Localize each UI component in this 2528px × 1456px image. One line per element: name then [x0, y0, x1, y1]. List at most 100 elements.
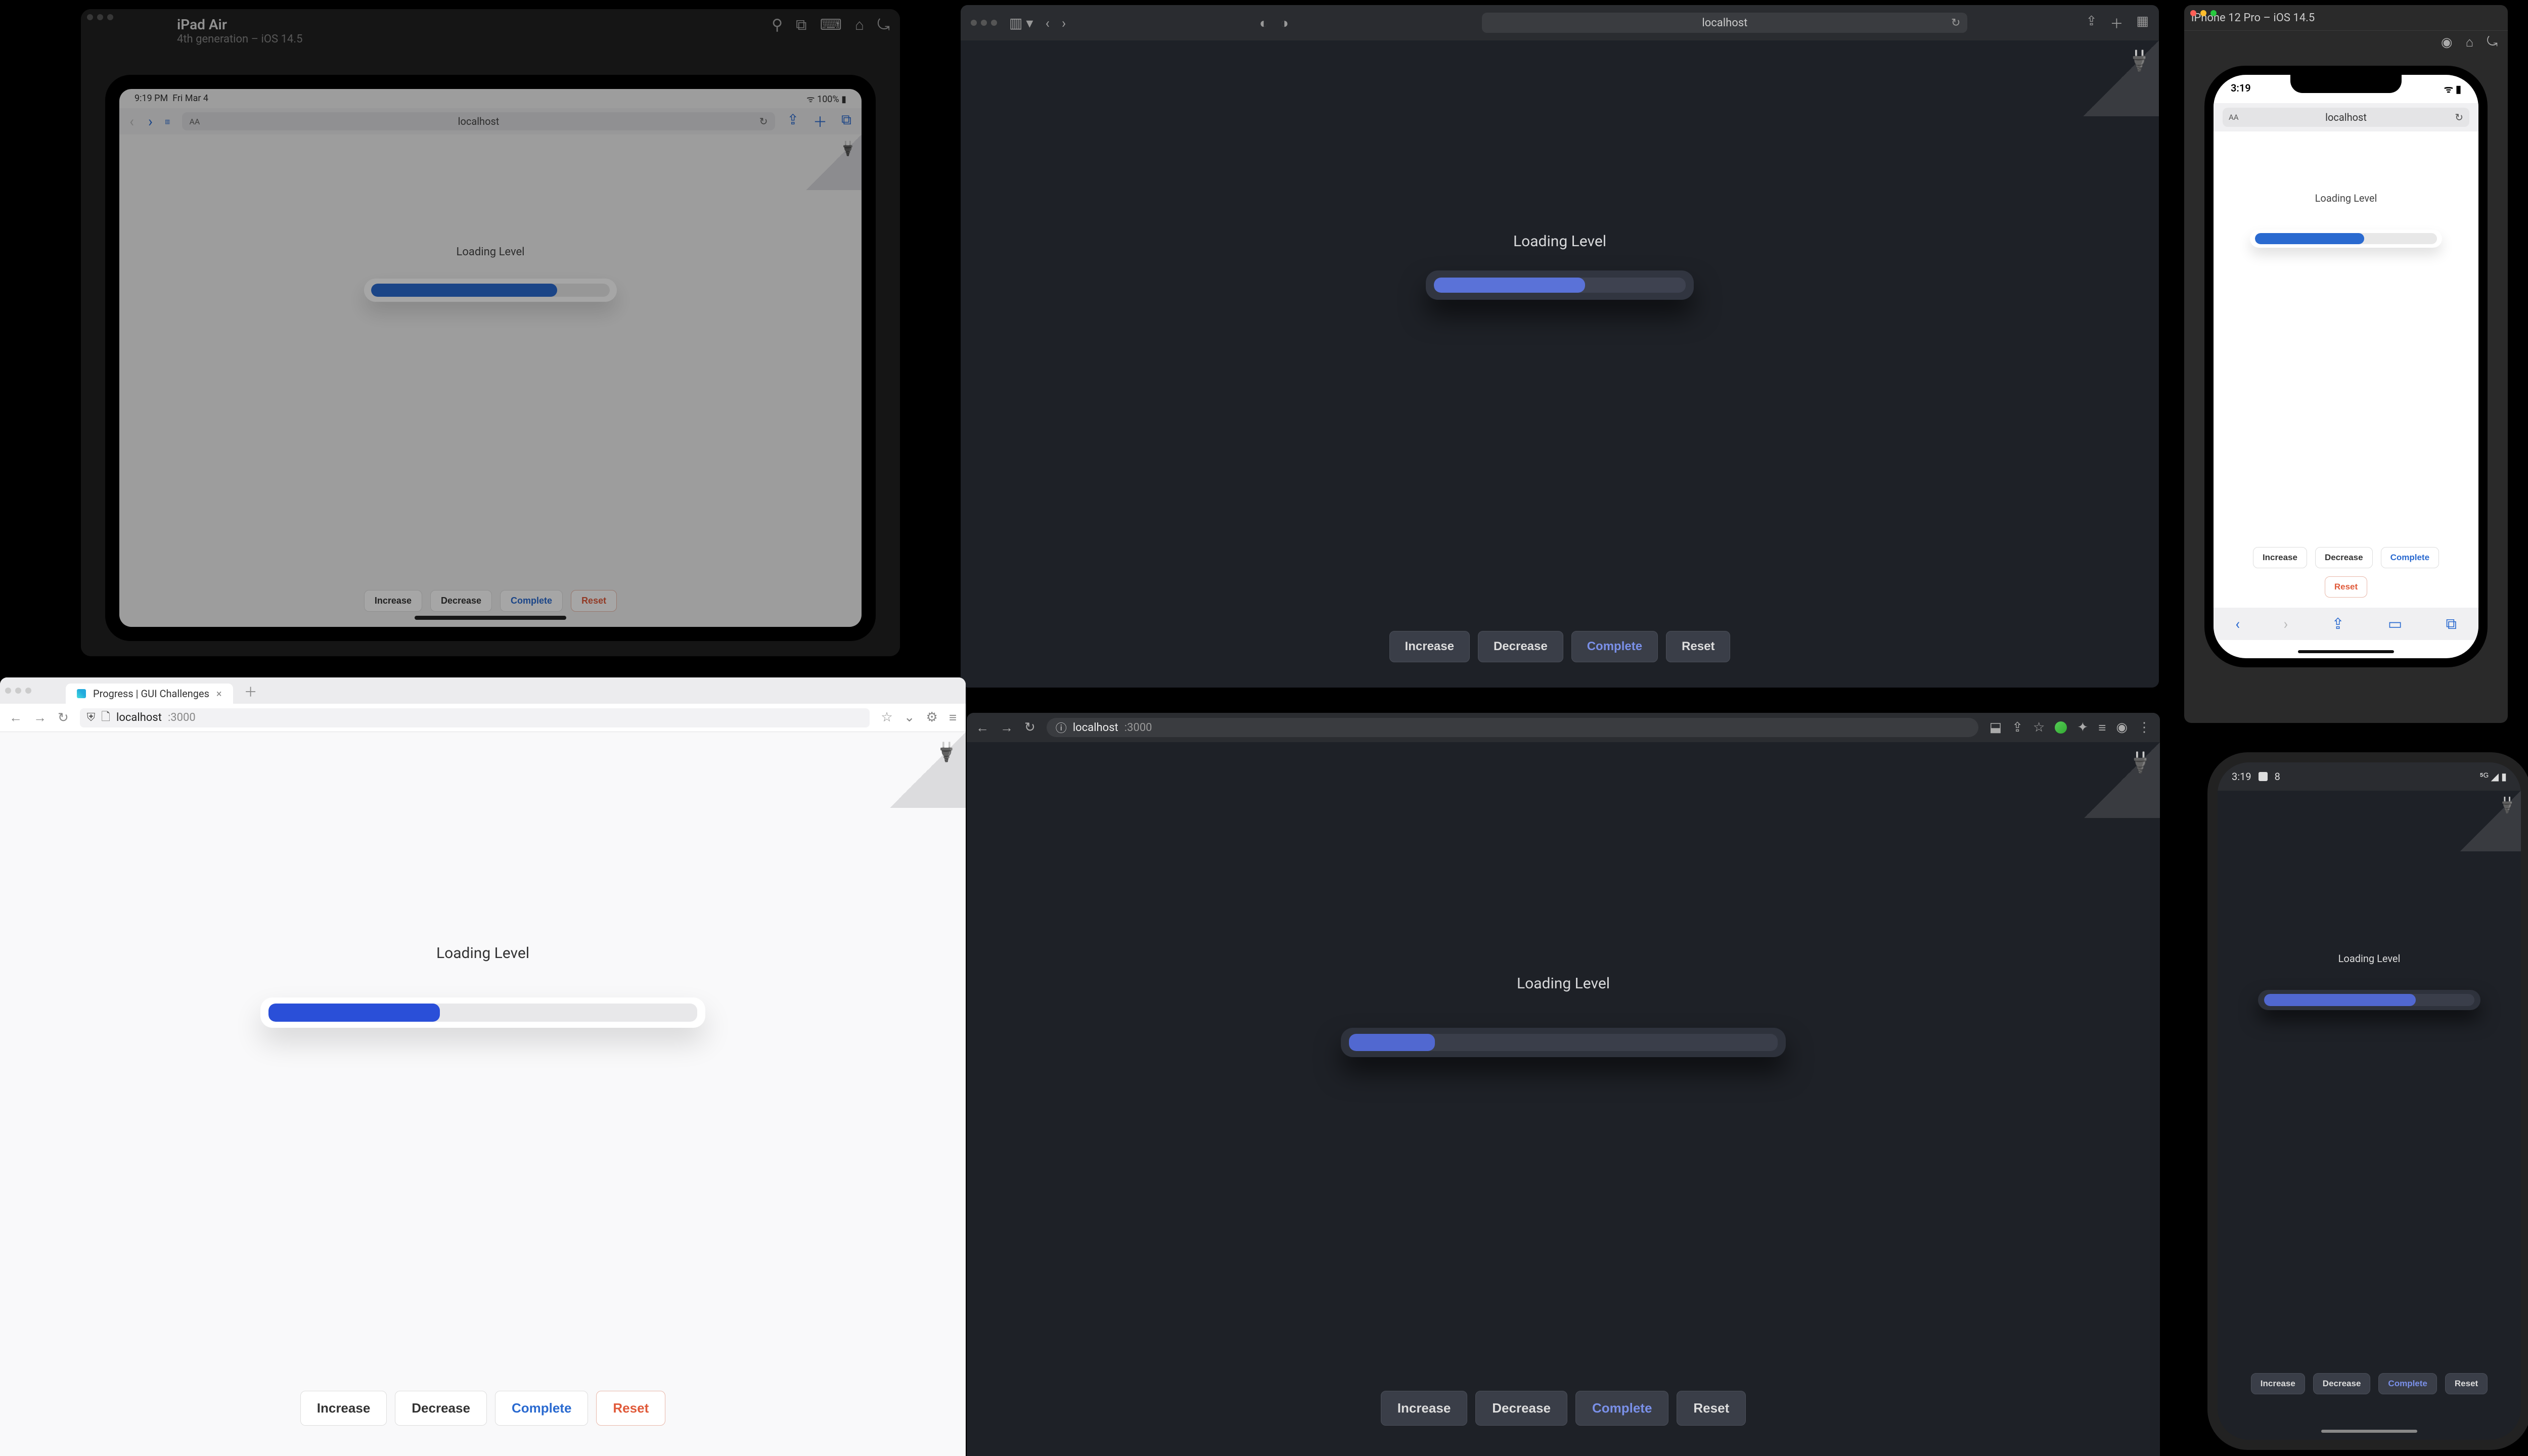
traffic-lights[interactable]	[5, 688, 31, 694]
reload-icon[interactable]: ↻	[1951, 17, 1960, 29]
home-indicator[interactable]	[415, 616, 566, 620]
nav-back-icon[interactable]: ←	[9, 710, 22, 725]
complete-button[interactable]: Complete	[495, 1391, 588, 1426]
nav-forward-icon[interactable]: ›	[1062, 15, 1066, 31]
decrease-button[interactable]: Decrease	[1475, 1391, 1567, 1426]
tabs-icon[interactable]: ⧉	[2446, 615, 2456, 633]
minimize-icon[interactable]	[981, 20, 987, 26]
reload-icon[interactable]: ↻	[1024, 720, 1035, 735]
increase-button[interactable]: Increase	[2251, 1373, 2305, 1394]
extension-icon[interactable]	[2055, 721, 2067, 734]
nav-forward-icon[interactable]: ›	[2283, 615, 2288, 633]
nav-forward-icon[interactable]: →	[33, 710, 47, 725]
bookmarks-icon[interactable]: ▭	[2388, 615, 2402, 633]
increase-button[interactable]: Increase	[1389, 631, 1470, 662]
decrease-button[interactable]: Decrease	[1478, 631, 1563, 662]
nav-back-icon[interactable]: ‹	[129, 113, 134, 130]
home-icon[interactable]: ⌂	[855, 16, 864, 34]
bookmark-star-icon[interactable]: ☆	[2033, 720, 2045, 735]
minimize-icon[interactable]	[15, 688, 21, 694]
new-tab-icon[interactable]: ＋	[2110, 14, 2123, 32]
extensions-icon[interactable]: ⚙	[926, 710, 938, 725]
address-bar[interactable]: AA localhost ↻	[182, 112, 775, 130]
nav-back-icon[interactable]: ‹	[2235, 615, 2240, 633]
reader-icon[interactable]: AA	[2229, 113, 2239, 122]
zoom-icon[interactable]	[107, 14, 113, 20]
sidebar-icon[interactable]: ▥ ▾	[1009, 15, 1033, 31]
zoom-icon[interactable]	[25, 688, 31, 694]
share-icon[interactable]: ⇪	[2332, 615, 2344, 633]
traffic-lights[interactable]	[87, 14, 113, 20]
increase-button[interactable]: Increase	[2253, 547, 2307, 568]
zoom-icon[interactable]	[991, 20, 997, 26]
share-icon[interactable]: ⇪	[2086, 14, 2097, 32]
rotate-icon[interactable]: ⤿	[2487, 34, 2498, 50]
browser-tab[interactable]: Progress | GUI Challenges ×	[66, 684, 233, 704]
decrease-button[interactable]: Decrease	[2313, 1373, 2371, 1394]
address-bar[interactable]: ⛨ 🗋 localhost:3000	[80, 708, 870, 727]
reset-button[interactable]: Reset	[571, 590, 617, 612]
install-app-icon[interactable]: ⬓	[1990, 720, 2002, 735]
reload-icon[interactable]: ↻	[759, 115, 768, 127]
sidebar-icon[interactable]: ▥	[165, 118, 170, 125]
close-icon[interactable]	[5, 688, 11, 694]
extensions-puzzle-icon[interactable]: ✦	[2077, 720, 2088, 735]
reset-button[interactable]: Reset	[2325, 576, 2367, 598]
pocket-icon[interactable]: ⌄	[904, 710, 915, 725]
increase-button[interactable]: Increase	[300, 1391, 387, 1426]
complete-button[interactable]: Complete	[2381, 547, 2439, 568]
address-bar[interactable]: ⓘ localhost:3000	[1047, 718, 1978, 737]
address-bar[interactable]: localhost ↻	[1482, 13, 1967, 33]
zoom-icon[interactable]	[2210, 10, 2217, 16]
share-icon[interactable]: ⇪	[2012, 720, 2023, 735]
screenshot-icon[interactable]: ◉	[2441, 35, 2453, 50]
close-icon[interactable]	[971, 20, 977, 26]
reset-button[interactable]: Reset	[1677, 1391, 1746, 1426]
menu-icon[interactable]: ⋮	[2138, 720, 2151, 735]
minimize-icon[interactable]	[2200, 10, 2206, 16]
reader-icon[interactable]: AA	[189, 117, 200, 126]
tab-close-icon[interactable]: ×	[216, 688, 222, 700]
minimize-icon[interactable]	[97, 14, 103, 20]
home-indicator[interactable]	[2298, 650, 2394, 653]
screenshot-icon[interactable]: ⧉	[796, 16, 806, 34]
rotate-icon[interactable]: ⤿	[877, 16, 890, 34]
reset-button[interactable]: Reset	[2445, 1373, 2488, 1394]
address-bar[interactable]: AA localhost ↻	[2223, 108, 2469, 127]
complete-button[interactable]: Complete	[1575, 1391, 1668, 1426]
appearance-icon[interactable]: ◑	[1280, 15, 1289, 31]
menu-icon[interactable]: ≡	[949, 710, 957, 725]
increase-button[interactable]: Increase	[364, 590, 422, 612]
tabs-icon[interactable]: ⧉	[841, 111, 851, 131]
gesture-bar[interactable]	[2321, 1430, 2417, 1433]
nav-forward-icon[interactable]: →	[1000, 720, 1013, 736]
site-info-icon[interactable]: ⓘ	[1056, 719, 1067, 736]
shield-icon[interactable]: ⛨	[87, 711, 96, 724]
lock-icon[interactable]: 🗋	[101, 708, 110, 727]
reload-icon[interactable]: ↻	[58, 710, 69, 725]
complete-button[interactable]: Complete	[2378, 1373, 2436, 1394]
reload-icon[interactable]: ↻	[2455, 111, 2463, 123]
new-tab-icon[interactable]: ＋	[813, 111, 827, 131]
decrease-button[interactable]: Decrease	[395, 1391, 487, 1426]
new-tab-button[interactable]: ＋	[237, 679, 264, 704]
decrease-button[interactable]: Decrease	[2315, 547, 2373, 568]
complete-button[interactable]: Complete	[1571, 631, 1658, 662]
increase-button[interactable]: Increase	[1381, 1391, 1468, 1426]
reading-list-icon[interactable]: ≡	[2098, 720, 2106, 736]
complete-button[interactable]: Complete	[500, 590, 563, 612]
record-icon[interactable]: ⌨	[820, 16, 842, 34]
pin-icon[interactable]: ⚲	[772, 16, 783, 34]
tabs-overview-icon[interactable]: ▦	[2136, 14, 2149, 32]
reset-button[interactable]: Reset	[1666, 631, 1730, 662]
traffic-lights[interactable]	[2190, 10, 2217, 16]
incognito-icon[interactable]: ◉	[2116, 720, 2128, 735]
home-icon[interactable]: ⌂	[2466, 34, 2474, 50]
shield-icon[interactable]: ◐	[1259, 15, 1268, 31]
traffic-lights[interactable]	[971, 20, 997, 26]
close-icon[interactable]	[2190, 10, 2196, 16]
decrease-button[interactable]: Decrease	[430, 590, 492, 612]
share-icon[interactable]: ⇪	[787, 111, 799, 131]
bookmark-star-icon[interactable]: ☆	[881, 710, 892, 725]
nav-back-icon[interactable]: ←	[976, 720, 989, 736]
